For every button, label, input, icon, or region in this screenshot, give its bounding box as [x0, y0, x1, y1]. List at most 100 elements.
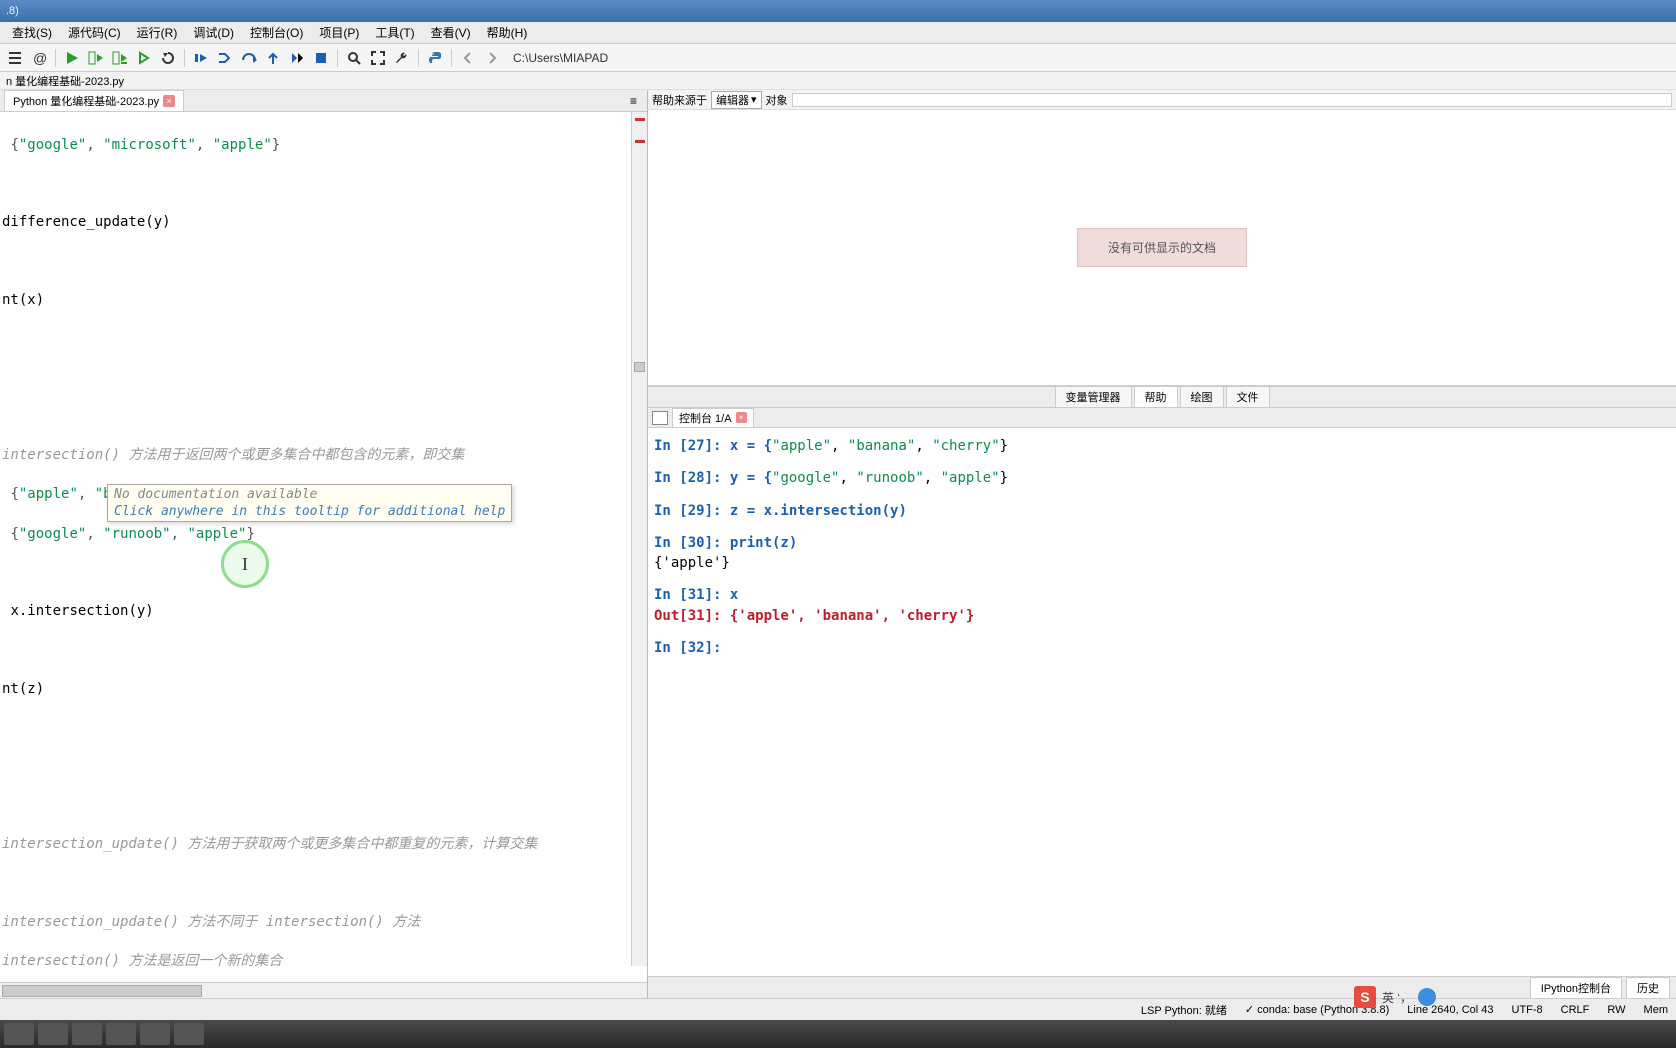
debug-continue-icon[interactable] — [286, 47, 308, 69]
ipython-console[interactable]: In [27]: x = {"apple", "banana", "cherry… — [648, 428, 1676, 976]
taskbar-item[interactable] — [140, 1023, 170, 1045]
close-icon[interactable]: × — [736, 412, 747, 423]
python-icon[interactable] — [424, 47, 446, 69]
status-eol[interactable]: CRLF — [1561, 1004, 1590, 1016]
taskbar-item[interactable] — [106, 1023, 136, 1045]
taskbar-item[interactable] — [4, 1023, 34, 1045]
menu-source[interactable]: 源代码(C) — [60, 22, 129, 43]
editor-panel: Python 量化编程基础-2023.py × ≡ {"google", "mi… — [0, 90, 648, 998]
chevron-down-icon: ▾ — [751, 93, 757, 106]
tooltip-line2: Click anywhere in this tooltip for addit… — [114, 504, 505, 519]
run-selection-icon[interactable] — [133, 47, 155, 69]
editor-tabs: Python 量化编程基础-2023.py × ≡ — [0, 90, 647, 112]
menu-run[interactable]: 运行(R) — [129, 22, 186, 43]
new-console-icon[interactable] — [652, 411, 668, 425]
scroll-marker — [635, 140, 645, 143]
help-area: 没有可供显示的文档 — [648, 110, 1676, 386]
tab-help[interactable]: 帮助 — [1134, 386, 1178, 408]
forward-icon[interactable] — [481, 47, 503, 69]
taskbar-item[interactable] — [174, 1023, 204, 1045]
debug-into-icon[interactable] — [214, 47, 236, 69]
code-editor[interactable]: {"google", "microsoft", "apple"} differe… — [0, 112, 647, 982]
tab-ipython-console[interactable]: IPython控制台 — [1530, 977, 1622, 999]
help-bar: 帮助来源于 编辑器 ▾ 对象 — [648, 90, 1676, 110]
menubar: 查找(S) 源代码(C) 运行(R) 调试(D) 控制台(O) 项目(P) 工具… — [0, 22, 1676, 44]
console-tab-label: 控制台 1/A — [679, 410, 732, 426]
menu-find[interactable]: 查找(S) — [4, 22, 60, 43]
toolbar: @ C:\Users\MIAPAD — [0, 44, 1676, 72]
debug-step-icon[interactable] — [190, 47, 212, 69]
run-cell-icon[interactable] — [85, 47, 107, 69]
options-icon[interactable]: ≡ — [624, 92, 643, 110]
help-object-input[interactable] — [792, 93, 1672, 107]
tooltip[interactable]: No documentation available Click anywher… — [107, 484, 512, 522]
editor-hscroll[interactable] — [0, 982, 647, 998]
titlebar: .8) — [0, 0, 1676, 22]
scroll-marker — [635, 118, 645, 121]
menu-project[interactable]: 项目(P) — [311, 22, 367, 43]
editor-tab[interactable]: Python 量化编程基础-2023.py × — [4, 90, 184, 111]
status-rw: RW — [1607, 1004, 1625, 1016]
menu-icon[interactable] — [4, 47, 26, 69]
help-source-combo[interactable]: 编辑器 ▾ — [711, 91, 762, 109]
right-panel: 帮助来源于 编辑器 ▾ 对象 没有可供显示的文档 变量管理器 帮助 绘图 文件 … — [648, 90, 1676, 998]
back-icon[interactable] — [457, 47, 479, 69]
hscroll-thumb[interactable] — [2, 985, 202, 997]
ime-lang: 英 ‘， — [1382, 989, 1412, 1006]
help-notice: 没有可供显示的文档 — [1077, 228, 1247, 267]
help-src-label: 帮助来源于 — [652, 92, 707, 108]
menu-help[interactable]: 帮助(H) — [479, 22, 536, 43]
at-icon[interactable]: @ — [28, 47, 50, 69]
vscroll-thumb[interactable] — [634, 362, 645, 372]
menu-tools[interactable]: 工具(T) — [367, 22, 422, 43]
editor-tab-label: Python 量化编程基础-2023.py — [13, 93, 159, 109]
ime-badge[interactable]: S 英 ‘， — [1354, 986, 1436, 1008]
tab-variable-explorer[interactable]: 变量管理器 — [1055, 386, 1132, 408]
status-mem: Mem — [1644, 1004, 1668, 1016]
wrench-icon[interactable] — [391, 47, 413, 69]
stop-icon[interactable] — [310, 47, 332, 69]
editor-vscroll[interactable] — [631, 112, 647, 966]
help-obj-label: 对象 — [766, 92, 788, 108]
taskbar-item[interactable] — [38, 1023, 68, 1045]
taskbar — [0, 1020, 1676, 1048]
titlebar-text: .8) — [6, 5, 19, 17]
debug-out-icon[interactable] — [262, 47, 284, 69]
toolbar-sep — [184, 49, 185, 67]
restart-icon[interactable] — [157, 47, 179, 69]
toolbar-sep — [451, 49, 452, 67]
tab-plots[interactable]: 绘图 — [1180, 386, 1224, 408]
bottom-tabs: IPython控制台 历史 — [648, 976, 1676, 998]
ime-icon: S — [1354, 986, 1376, 1008]
cursor-highlight: I — [221, 540, 269, 588]
taskbar-item[interactable] — [72, 1023, 102, 1045]
console-tabbar: 控制台 1/A × — [648, 408, 1676, 428]
svg-text:@: @ — [33, 50, 47, 66]
status-encoding[interactable]: UTF-8 — [1512, 1004, 1543, 1016]
close-icon[interactable]: × — [163, 95, 175, 107]
tab-history[interactable]: 历史 — [1626, 977, 1670, 999]
tooltip-line1: No documentation available — [114, 487, 505, 502]
toolbar-path: C:\Users\MIAPAD — [505, 51, 1672, 65]
main: Python 量化编程基础-2023.py × ≡ {"google", "mi… — [0, 90, 1676, 998]
breadcrumb-text[interactable]: n 量化编程基础-2023.py — [6, 73, 124, 89]
console-tab[interactable]: 控制台 1/A × — [672, 408, 754, 428]
text-cursor-icon: I — [242, 554, 248, 575]
toolbar-sep — [55, 49, 56, 67]
smile-icon[interactable] — [1418, 988, 1436, 1006]
menu-debug[interactable]: 调试(D) — [185, 22, 242, 43]
debug-over-icon[interactable] — [238, 47, 260, 69]
toolbar-sep — [418, 49, 419, 67]
run-cell-advance-icon[interactable] — [109, 47, 131, 69]
status-lsp[interactable]: LSP Python: 就绪 — [1141, 1002, 1227, 1018]
mid-tabs: 变量管理器 帮助 绘图 文件 — [648, 386, 1676, 408]
menu-console[interactable]: 控制台(O) — [242, 22, 311, 43]
editor-wrap: {"google", "microsoft", "apple"} differe… — [0, 112, 647, 982]
maximize-icon[interactable] — [367, 47, 389, 69]
toolbar-sep — [337, 49, 338, 67]
breadcrumb: n 量化编程基础-2023.py — [0, 72, 1676, 90]
tab-files[interactable]: 文件 — [1226, 386, 1270, 408]
search-icon[interactable] — [343, 47, 365, 69]
menu-view[interactable]: 查看(V) — [423, 22, 479, 43]
run-icon[interactable] — [61, 47, 83, 69]
